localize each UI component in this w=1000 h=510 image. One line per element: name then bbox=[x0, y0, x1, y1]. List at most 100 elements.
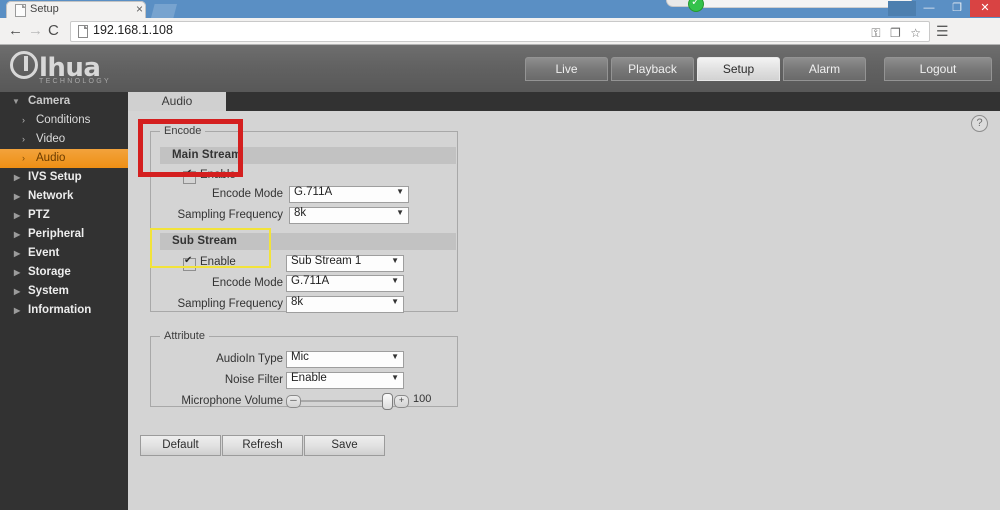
sidebar-item-audio[interactable]: › Audio bbox=[0, 149, 128, 168]
sidebar-item-event[interactable]: ▶ Event bbox=[0, 244, 128, 263]
address-bar[interactable]: 192.168.1.108 ⚿ ❐ ☆ bbox=[70, 21, 930, 42]
sidebar-item-ivs-setup[interactable]: ▶ IVS Setup bbox=[0, 168, 128, 187]
chevron-right-icon: ▶ bbox=[14, 249, 21, 258]
chevron-right-icon: ▶ bbox=[14, 211, 21, 220]
refresh-button[interactable]: Refresh bbox=[222, 435, 303, 456]
sub-stream-enable-label: Enable bbox=[200, 256, 236, 268]
key-icon[interactable]: ⚿ bbox=[871, 26, 880, 41]
chevron-right-icon: ▶ bbox=[14, 173, 21, 182]
sidebar-item-storage[interactable]: ▶ Storage bbox=[0, 263, 128, 282]
browser-titlebar: Setup × — ❐ ✕ bbox=[0, 0, 1000, 19]
sub-stream-header: Sub Stream bbox=[160, 233, 456, 250]
browser-tab-setup[interactable]: Setup × bbox=[6, 1, 146, 19]
chevron-right-icon: ▶ bbox=[14, 268, 21, 277]
default-button[interactable]: Default bbox=[140, 435, 221, 456]
sidebar-item-system[interactable]: ▶ System bbox=[0, 282, 128, 301]
microphone-volume-label: Microphone Volume bbox=[181, 395, 283, 407]
page-info-icon bbox=[78, 25, 88, 38]
microphone-volume-slider[interactable]: ─ + 100 bbox=[286, 393, 446, 410]
sidebar-item-label: IVS Setup bbox=[28, 171, 82, 183]
page-icon bbox=[15, 4, 26, 17]
settings-panel: ? Encode Main Stream Enable Encode Mode … bbox=[128, 111, 1000, 510]
sidebar-item-information[interactable]: ▶ Information bbox=[0, 301, 128, 320]
sidebar-item-label: Storage bbox=[28, 266, 71, 278]
back-icon[interactable]: ← bbox=[8, 22, 23, 40]
sidebar-item-ptz[interactable]: ▶ PTZ bbox=[0, 206, 128, 225]
help-icon[interactable]: ? bbox=[971, 115, 988, 132]
sidebar-item-label: Network bbox=[28, 190, 74, 202]
nav-tab-logout[interactable]: Logout bbox=[884, 57, 992, 81]
chevron-down-icon: ▼ bbox=[391, 352, 399, 361]
nav-tab-alarm[interactable]: Alarm bbox=[783, 57, 866, 81]
noise-filter-value: Enable bbox=[291, 372, 327, 384]
sub-stream-select[interactable]: Sub Stream 1 ▼ bbox=[286, 255, 404, 272]
browser-tab-title: Setup bbox=[30, 3, 59, 15]
chevron-right-icon: ▶ bbox=[14, 306, 21, 315]
sidebar-item-label: Video bbox=[36, 133, 66, 145]
noise-filter-select[interactable]: Enable ▼ bbox=[286, 372, 404, 389]
save-button[interactable]: Save bbox=[304, 435, 385, 456]
forward-icon[interactable]: → bbox=[28, 22, 43, 40]
sidebar-item-peripheral[interactable]: ▶ Peripheral bbox=[0, 225, 128, 244]
sub-sampling-label: Sampling Frequency bbox=[177, 298, 283, 310]
chevron-right-icon: › bbox=[22, 115, 25, 125]
main-encode-mode-select[interactable]: G.711A ▼ bbox=[289, 186, 409, 203]
main-sampling-label: Sampling Frequency bbox=[177, 209, 283, 221]
nav-tab-setup[interactable]: Setup bbox=[697, 57, 780, 81]
chevron-right-icon: › bbox=[22, 134, 25, 144]
chevron-down-icon: ▼ bbox=[391, 297, 399, 306]
sub-encode-mode-value: G.711A bbox=[291, 275, 330, 287]
checkbox-icon[interactable] bbox=[183, 168, 196, 184]
app-root: lhua TECHNOLOGY Live Playback Setup Alar… bbox=[0, 45, 1000, 510]
sidebar-item-label: Audio bbox=[36, 152, 66, 164]
browser-menu-icon[interactable]: ☰ bbox=[936, 23, 949, 40]
main-stream-header: Main Stream bbox=[160, 147, 456, 164]
volume-decrease-button[interactable]: ─ bbox=[286, 395, 301, 408]
chevron-down-icon: ▼ bbox=[391, 256, 399, 265]
sub-sampling-select[interactable]: 8k ▼ bbox=[286, 296, 404, 313]
nav-tab-live[interactable]: Live bbox=[525, 57, 608, 81]
main-sampling-select[interactable]: 8k ▼ bbox=[289, 207, 409, 224]
sidebar: ▼ Camera › Conditions › Video › Audio ▶ … bbox=[0, 92, 128, 510]
attribute-legend: Attribute bbox=[164, 330, 205, 342]
sub-stream-select-value: Sub Stream 1 bbox=[291, 255, 362, 267]
close-icon[interactable]: × bbox=[136, 3, 143, 16]
tab-audio[interactable]: Audio bbox=[128, 92, 226, 111]
dahua-logo: lhua TECHNOLOGY bbox=[10, 51, 109, 85]
sub-encode-mode-label: Encode Mode bbox=[212, 277, 283, 289]
noise-filter-label: Noise Filter bbox=[224, 374, 283, 386]
nav-tab-playback[interactable]: Playback bbox=[611, 57, 694, 81]
checkbox-icon[interactable] bbox=[183, 255, 196, 271]
slider-handle[interactable] bbox=[382, 393, 393, 410]
chevron-right-icon: ▶ bbox=[14, 230, 21, 239]
main-stream-enable-label: Enable bbox=[200, 169, 236, 181]
chevron-down-icon: ▼ bbox=[396, 208, 404, 217]
sidebar-item-label: Event bbox=[28, 247, 60, 259]
volume-increase-button[interactable]: + bbox=[394, 395, 409, 408]
slider-track[interactable] bbox=[301, 400, 387, 402]
encode-section: Encode Main Stream Enable Encode Mode G.… bbox=[150, 125, 458, 313]
main-sampling-value: 8k bbox=[294, 207, 307, 219]
sidebar-item-camera[interactable]: ▼ Camera bbox=[0, 92, 128, 111]
maximize-button[interactable]: ❐ bbox=[944, 0, 970, 17]
reload-icon[interactable]: C bbox=[48, 22, 59, 40]
sidebar-item-network[interactable]: ▶ Network bbox=[0, 187, 128, 206]
new-tab-button[interactable] bbox=[151, 4, 177, 18]
audioin-type-select[interactable]: Mic ▼ bbox=[286, 351, 404, 368]
encode-legend: Encode bbox=[164, 125, 202, 137]
audioin-type-label: AudioIn Type bbox=[216, 353, 283, 365]
sidebar-item-conditions[interactable]: › Conditions bbox=[0, 111, 128, 130]
app-header: lhua TECHNOLOGY Live Playback Setup Alar… bbox=[0, 45, 1000, 92]
sub-sampling-value: 8k bbox=[291, 296, 304, 308]
content-tabbar: Audio bbox=[128, 92, 1000, 111]
window-close-button[interactable]: ✕ bbox=[970, 0, 1000, 17]
bookmark-star-icon[interactable]: ☆ bbox=[910, 26, 921, 40]
logo-subtitle: TECHNOLOGY bbox=[39, 78, 112, 85]
sub-encode-mode-select[interactable]: G.711A ▼ bbox=[286, 275, 404, 292]
chevron-down-icon: ▼ bbox=[391, 373, 399, 382]
minimize-button[interactable]: — bbox=[916, 0, 942, 17]
sidebar-item-label: System bbox=[28, 285, 69, 297]
profile-icon[interactable] bbox=[888, 1, 916, 16]
sidebar-item-video[interactable]: › Video bbox=[0, 130, 128, 149]
extension-icon[interactable]: ❐ bbox=[890, 26, 901, 40]
